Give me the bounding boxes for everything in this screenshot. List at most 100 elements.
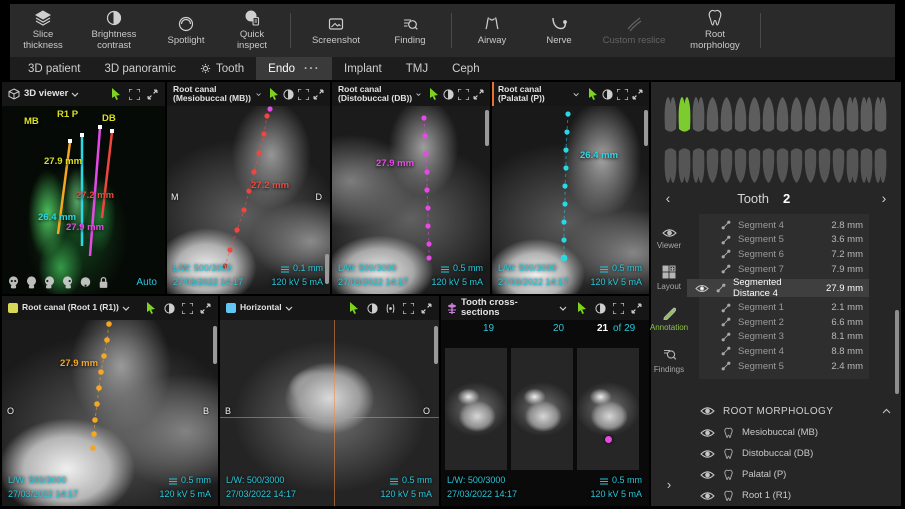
nerve-button[interactable]: Nerve: [526, 4, 592, 57]
tooth-shape[interactable]: [763, 148, 775, 183]
tooth-shape[interactable]: [735, 97, 747, 132]
contrast-icon[interactable]: [365, 301, 379, 315]
contrast-icon[interactable]: [283, 87, 294, 101]
auto-orientation-button[interactable]: Auto: [136, 277, 157, 288]
prev-tooth-button[interactable]: ‹: [651, 190, 685, 206]
tooth-shape[interactable]: [805, 97, 817, 132]
rail-item-annotation[interactable]: Annotation: [650, 306, 688, 332]
tooth-shape[interactable]: [805, 148, 817, 183]
expand-icon[interactable]: [632, 87, 643, 101]
tooth-shape[interactable]: [875, 97, 887, 131]
contrast-icon[interactable]: [593, 301, 607, 315]
tooth-shape[interactable]: [721, 148, 733, 183]
finding-button[interactable]: Finding: [375, 4, 445, 57]
focus-icon[interactable]: [458, 87, 469, 101]
spotlight-button[interactable]: Spotlight: [152, 4, 220, 57]
cursor-tool-icon[interactable]: [144, 301, 158, 315]
cursor-tool-icon[interactable]: [575, 301, 589, 315]
slice-scrollbar[interactable]: [325, 254, 329, 284]
eye-icon[interactable]: [695, 284, 709, 293]
tooth-shape[interactable]: [847, 97, 859, 131]
tooth-shape[interactable]: [707, 148, 719, 183]
focus-icon[interactable]: [617, 87, 628, 101]
eye-icon[interactable]: [700, 428, 715, 438]
tooth-shape[interactable]: [707, 97, 719, 132]
lock-icon[interactable]: [98, 276, 109, 289]
skull-back-icon[interactable]: [26, 276, 37, 289]
expand-icon[interactable]: [198, 301, 212, 315]
viewport-title-dropdown[interactable]: Root canal (Mesiobuccal (MB)): [173, 85, 261, 104]
viewport-title-dropdown[interactable]: Tooth cross-sections: [461, 298, 567, 319]
viewport-title-dropdown[interactable]: Root canal (Palatal (P)): [498, 85, 579, 104]
ct-slice-canvas[interactable]: B O L/W: 500/3000 27/03/2022 14:17 0.5 m…: [220, 320, 439, 506]
viewport-title-dropdown[interactable]: Root canal (Root 1 (R1)): [22, 303, 130, 312]
expand-icon[interactable]: [145, 87, 159, 101]
slice-scrollbar[interactable]: [434, 326, 438, 364]
eye-icon[interactable]: [700, 449, 715, 459]
cross-section-thumb[interactable]: [577, 348, 639, 470]
screenshot-button[interactable]: Screenshot: [297, 4, 375, 57]
slice-scrollbar[interactable]: [644, 110, 648, 146]
segment-row[interactable]: Segment 53.6 mm: [699, 233, 869, 248]
contrast-icon[interactable]: [443, 87, 454, 101]
tooth-shape[interactable]: [693, 148, 705, 182]
canal-point[interactable]: [605, 436, 612, 443]
ct-slice-canvas[interactable]: 27.9 mm O B L/W: 500/3000 27/03/2022 14:…: [2, 320, 218, 506]
tooth-shape[interactable]: [791, 148, 803, 183]
focus-icon[interactable]: [298, 87, 309, 101]
collapse-chevron-icon[interactable]: [882, 408, 891, 414]
segment-row[interactable]: Segment 42.8 mm: [699, 218, 869, 233]
canal-row-root1[interactable]: Root 1 (R1): [687, 485, 901, 506]
root-morphology-header[interactable]: ROOT MORPHOLOGY: [687, 400, 901, 422]
eye-icon[interactable]: [700, 406, 715, 416]
tooth-shape[interactable]: [763, 97, 775, 132]
segment-row[interactable]: Segment 77.9 mm: [699, 262, 869, 277]
contrast-icon[interactable]: [602, 87, 613, 101]
viewport-title-dropdown[interactable]: Horizontal: [240, 303, 293, 312]
tab-tmj[interactable]: TMJ: [394, 57, 440, 80]
slice-thickness-button[interactable]: Slice thickness: [10, 4, 76, 57]
quick-inspect-button[interactable]: Quick inspect: [220, 4, 284, 57]
airway-button[interactable]: Airway: [458, 4, 526, 57]
slice-scrollbar[interactable]: [213, 326, 217, 364]
expand-icon[interactable]: [629, 301, 643, 315]
eye-icon[interactable]: [700, 491, 715, 501]
sidebar-expand-button[interactable]: ›: [651, 477, 687, 492]
tooth-chart[interactable]: [651, 90, 901, 190]
tooth-shape[interactable]: [693, 97, 705, 131]
tooth-shape[interactable]: [721, 97, 733, 132]
expand-icon[interactable]: [419, 301, 433, 315]
tab-ceph[interactable]: Ceph: [440, 57, 492, 80]
tooth-shape[interactable]: [777, 97, 789, 132]
tooth-shape[interactable]: [847, 148, 859, 182]
canal-row-mesiobuccal[interactable]: Mesiobuccal (MB): [687, 422, 901, 443]
focus-icon[interactable]: [611, 301, 625, 315]
expand-icon[interactable]: [313, 87, 324, 101]
next-tooth-button[interactable]: ›: [867, 190, 901, 206]
focus-icon[interactable]: [180, 301, 194, 315]
tooth-shape[interactable]: [665, 148, 677, 182]
3d-render-canvas[interactable]: MB R1 P DB 27.9 mm 27.2 mm 26.4 mm 27.9 …: [2, 106, 165, 294]
tab-3d-panoramic[interactable]: 3D panoramic: [92, 57, 188, 80]
cursor-tool-icon[interactable]: [109, 87, 123, 101]
focus-icon[interactable]: [127, 87, 141, 101]
tooth-shape[interactable]: [679, 97, 691, 131]
ct-slice-canvas[interactable]: 26.4 mm L/W: 500/3000 27/03/2022 14:17 0…: [492, 106, 649, 294]
cross-sections-canvas[interactable]: 19 20 21 of 29 L/W: 500/3000 27/03/2022 …: [441, 320, 649, 506]
tooth-shape[interactable]: [791, 97, 803, 132]
panel-scrollbar[interactable]: [895, 310, 899, 394]
crosshair-vertical[interactable]: [334, 320, 335, 506]
tooth-shape[interactable]: [749, 97, 761, 132]
cross-section-thumb[interactable]: [511, 348, 573, 470]
tooth-shape[interactable]: [875, 148, 887, 182]
root-morphology-button[interactable]: Root morphology: [676, 4, 754, 57]
tooth-shape[interactable]: [749, 148, 761, 183]
ct-slice-canvas[interactable]: 27.9 mm L/W: 500/3000 27/03/2022 14:17 0…: [332, 106, 490, 294]
tab-implant[interactable]: Implant: [332, 57, 394, 80]
tab-overflow-menu[interactable]: ···: [304, 63, 320, 75]
cross-section-thumb[interactable]: [445, 348, 507, 470]
segment-row[interactable]: Segment 48.8 mm: [699, 344, 869, 359]
tooth-shape[interactable]: [819, 148, 831, 183]
viewport-title-dropdown[interactable]: Root canal (Distobuccal (DB)): [338, 85, 421, 104]
ct-slice-canvas[interactable]: 27.2 mm M D L/W: 500/3000 27/03/2022 14:…: [167, 106, 330, 294]
